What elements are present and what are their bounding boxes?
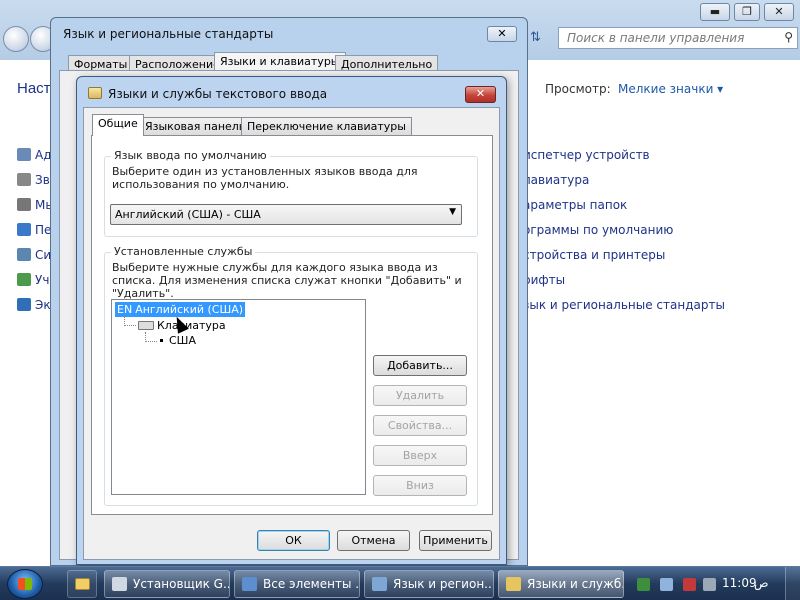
mouse-icon bbox=[17, 198, 31, 211]
installed-services-group: Установленные службы Выберите нужные слу… bbox=[104, 245, 478, 506]
windows-logo-icon bbox=[18, 578, 32, 590]
add-button[interactable]: Добавить... bbox=[373, 355, 467, 376]
default-language-select[interactable]: Английский (США) - США ▼ bbox=[110, 204, 462, 225]
group-description: Выберите один из установленных языков вв… bbox=[112, 165, 418, 191]
properties-button[interactable]: Свойства... bbox=[373, 415, 467, 436]
language-code: EN bbox=[117, 303, 133, 316]
general-tab-pane: Язык ввода по умолчанию Выберите один из… bbox=[91, 135, 493, 515]
minimize-button[interactable]: ▬ bbox=[700, 3, 730, 21]
action-center-icon[interactable] bbox=[637, 578, 650, 591]
keyboard-icon bbox=[88, 87, 102, 99]
move-down-button[interactable]: Вниз bbox=[373, 475, 467, 496]
tab-general[interactable]: Общие bbox=[92, 114, 144, 136]
folder-icon bbox=[75, 578, 90, 590]
taskbar-item[interactable]: Все элементы ... bbox=[234, 570, 360, 598]
cp-item-right[interactable]: ограммы по умолчанию bbox=[523, 223, 673, 237]
group-label: Установленные службы bbox=[111, 245, 256, 258]
locale-indicator: ص bbox=[754, 576, 769, 590]
maximize-button[interactable]: ❐ bbox=[734, 3, 760, 21]
user-accounts-icon bbox=[17, 273, 31, 286]
remove-button[interactable]: Удалить bbox=[373, 385, 467, 406]
group-label: Язык ввода по умолчанию bbox=[111, 149, 270, 162]
keyboard-icon bbox=[506, 577, 521, 591]
cancel-button[interactable]: Отмена bbox=[337, 530, 410, 551]
tray-icon[interactable] bbox=[703, 578, 716, 591]
language-name: Английский (США) bbox=[135, 303, 244, 316]
volume-muted-icon[interactable] bbox=[683, 578, 696, 591]
system-icon bbox=[17, 248, 31, 261]
page-title: Наст bbox=[17, 80, 51, 97]
keyboard-icon bbox=[138, 321, 154, 330]
view-mode-dropdown[interactable]: Мелкие значки ▾ bbox=[618, 82, 723, 96]
selected-value: Английский (США) - США bbox=[115, 208, 261, 221]
chevron-down-icon: ▼ bbox=[449, 207, 456, 217]
text-services-dialog: Языки и службы текстового ввода ✕ Общие … bbox=[76, 76, 507, 565]
taskbar: Установщик G... Все элементы ... Язык и … bbox=[0, 566, 800, 600]
cp-item-right[interactable]: араметры папок bbox=[523, 198, 627, 212]
cp-item-right[interactable]: зык и региональные стандарты bbox=[523, 298, 725, 312]
cp-item-right[interactable]: лавиатура bbox=[523, 173, 589, 187]
window-title: Язык и региональные стандарты bbox=[63, 27, 274, 41]
back-button[interactable] bbox=[3, 26, 29, 52]
show-desktop-button[interactable] bbox=[785, 567, 800, 600]
cp-item-right[interactable]: испетчер устройств bbox=[523, 148, 650, 162]
search-input[interactable]: Поиск в панели управления ⚲ bbox=[558, 27, 798, 49]
tree-node-layout[interactable]: США bbox=[160, 334, 196, 347]
view-label: Просмотр: bbox=[545, 82, 611, 96]
globe-icon bbox=[372, 577, 387, 591]
dialog-body: Общие Языковая панель Переключение клави… bbox=[83, 107, 500, 560]
default-language-group: Язык ввода по умолчанию Выберите один из… bbox=[104, 149, 478, 237]
bullet-icon bbox=[160, 339, 163, 342]
move-up-button[interactable]: Вверх bbox=[373, 445, 467, 466]
tree-connector bbox=[145, 332, 157, 342]
sound-icon bbox=[17, 173, 31, 186]
cp-item-right[interactable]: стройства и принтеры bbox=[523, 248, 665, 262]
tab-keyboard-switching[interactable]: Переключение клавиатуры bbox=[241, 117, 412, 135]
network-icon[interactable] bbox=[660, 578, 673, 591]
control-panel-icon bbox=[242, 577, 257, 591]
group-description: Выберите нужные службы для каждого языка… bbox=[112, 261, 462, 300]
admin-icon bbox=[17, 148, 31, 161]
clock[interactable]: 11:09 bbox=[722, 576, 757, 590]
close-button[interactable]: ✕ bbox=[764, 3, 794, 21]
apply-button[interactable]: Применить bbox=[419, 530, 492, 551]
display-icon bbox=[17, 298, 31, 311]
services-tree[interactable]: EN Английский (США) Клавиатура США bbox=[111, 299, 366, 495]
start-button[interactable] bbox=[7, 569, 43, 599]
taskbar-item[interactable]: Языки и служб... bbox=[498, 570, 624, 598]
installer-icon bbox=[112, 577, 127, 591]
personalization-icon bbox=[17, 223, 31, 236]
search-placeholder: Поиск в панели управления bbox=[567, 31, 745, 45]
ok-button[interactable]: ОК bbox=[257, 530, 330, 551]
taskbar-item[interactable]: Установщик G... bbox=[104, 570, 230, 598]
tree-connector bbox=[124, 316, 136, 326]
explorer-pinned-button[interactable] bbox=[67, 570, 97, 598]
search-icon[interactable]: ⚲ bbox=[784, 30, 793, 44]
cp-item-right[interactable]: рифты bbox=[523, 273, 565, 287]
close-button[interactable]: ✕ bbox=[487, 26, 517, 42]
tab-language-bar[interactable]: Языковая панель bbox=[139, 117, 252, 135]
dialog-title: Языки и службы текстового ввода bbox=[108, 87, 328, 101]
close-button[interactable]: ✕ bbox=[465, 86, 496, 103]
taskbar-item[interactable]: Язык и регион... bbox=[364, 570, 494, 598]
refresh-icon[interactable]: ⇅ bbox=[530, 30, 541, 45]
